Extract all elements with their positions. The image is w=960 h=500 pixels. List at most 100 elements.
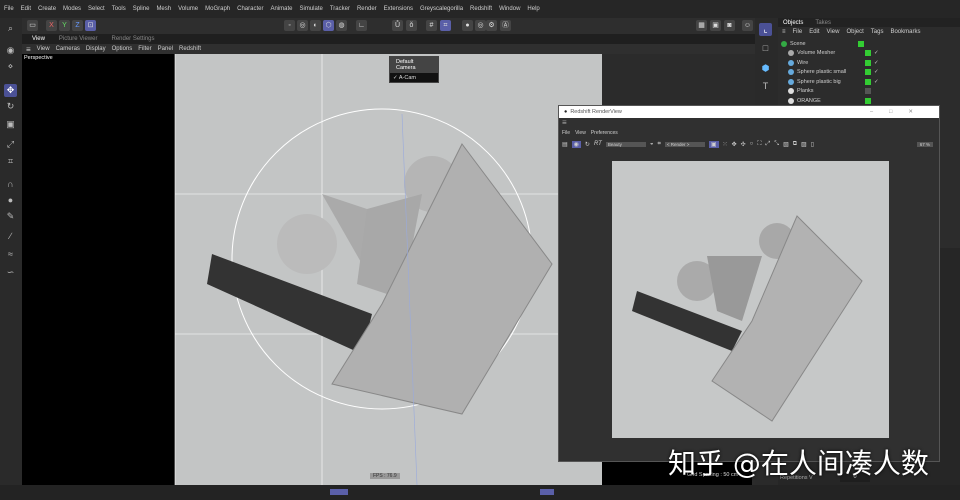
menu-item-create[interactable]: Create — [38, 6, 56, 12]
menu-item-window[interactable]: Window — [499, 6, 520, 12]
menu-item-tools[interactable]: Tools — [112, 6, 126, 12]
object-row[interactable]: Wire ✓ — [778, 58, 960, 68]
render-picture-viewer-icon[interactable]: ◙ — [724, 20, 735, 31]
menu-item-extensions[interactable]: Extensions — [384, 6, 413, 12]
coordinate-system-icon[interactable]: ⊡ — [85, 20, 96, 31]
paint-icon[interactable]: ● — [4, 194, 17, 207]
brush-icon[interactable]: ∕ — [4, 230, 17, 243]
render-icon[interactable]: ◉ — [571, 140, 581, 148]
axis-z-toggle[interactable]: Z — [72, 20, 83, 31]
camera-item-default[interactable]: Default Camera — [390, 57, 438, 73]
snapshot-icon[interactable]: ▤ — [562, 141, 568, 148]
live-select-icon[interactable]: ⋄ — [4, 60, 17, 73]
sculpt-icon[interactable]: ∽ — [4, 266, 17, 279]
hamburger-icon[interactable]: ≡ — [26, 45, 31, 54]
hamburger-icon[interactable]: ≡ — [559, 118, 939, 130]
circle-icon[interactable]: ○ — [750, 141, 754, 147]
transform-icon[interactable]: ⤢ — [4, 138, 17, 151]
menu-item-render[interactable]: Render — [357, 6, 377, 12]
visibility-toggle[interactable] — [865, 59, 871, 66]
render-view-icon[interactable]: ▣ — [710, 20, 721, 31]
color-icon[interactable]: ◒ — [650, 141, 654, 147]
redshift-icon[interactable]: ☺ — [742, 20, 753, 31]
check-icon[interactable]: ✓ — [874, 50, 879, 56]
check-icon[interactable]: ✓ — [874, 69, 879, 75]
auto-icon[interactable]: Ⓐ — [500, 20, 511, 31]
grid-icon[interactable]: # — [426, 20, 437, 31]
renderview-menu-preferences[interactable]: Preferences — [591, 130, 618, 137]
settings-icon[interactable]: ⚙ — [486, 20, 497, 31]
texture-mode-icon[interactable]: ◍ — [336, 20, 347, 31]
aov-select[interactable]: Beauty — [605, 141, 646, 147]
hamburger-icon[interactable]: ≡ — [782, 29, 786, 35]
edges-mode-icon[interactable]: ◎ — [297, 20, 308, 31]
target-icon[interactable]: ◎ — [475, 20, 486, 31]
menu-item-greyscalegorilla[interactable]: Greyscalegorilla — [420, 6, 463, 12]
check-icon[interactable]: ✓ — [874, 79, 879, 85]
cube-outline-icon[interactable]: □ — [759, 42, 772, 55]
camera-item-a-cam[interactable]: ✓ A-Cam — [390, 73, 438, 83]
menu-item-spline[interactable]: Spline — [133, 6, 150, 12]
menu-item-mesh[interactable]: Mesh — [156, 6, 171, 12]
pan-icon[interactable]: ✥ — [732, 141, 737, 148]
menu-item-file[interactable]: File — [4, 6, 14, 12]
play-icon[interactable]: ◉ — [4, 44, 17, 57]
zoom-field[interactable]: 67 % — [916, 141, 933, 147]
object-row[interactable]: Volume Mesher ✓ — [778, 49, 960, 59]
tab-view[interactable]: View — [32, 36, 45, 42]
menu-item-select[interactable]: Select — [88, 6, 105, 12]
snap-icon[interactable]: ⌗ — [4, 155, 17, 168]
menu-item-help[interactable]: Help — [527, 6, 539, 12]
grid-icon[interactable]: ⁙ — [723, 141, 728, 148]
menu-item-redshift[interactable]: Redshift — [470, 6, 492, 12]
visibility-toggle[interactable] — [865, 69, 871, 76]
rotate-tool-icon[interactable]: ↻ — [4, 100, 17, 113]
object-row[interactable]: Planks — [778, 87, 960, 97]
tab-picture-viewer[interactable]: Picture Viewer — [59, 36, 98, 42]
timeline-bar[interactable] — [0, 485, 960, 500]
polygons-mode-icon[interactable]: ◐ — [310, 20, 321, 31]
view-menu-view[interactable]: View — [37, 46, 50, 52]
renderview-menu-file[interactable]: File — [562, 130, 570, 137]
object-menu-view[interactable]: View — [827, 29, 840, 35]
search-icon[interactable]: ⌕ — [4, 22, 17, 35]
object-row[interactable]: Sphere plastic small ✓ — [778, 68, 960, 78]
view-menu-panel[interactable]: Panel — [158, 46, 173, 52]
menu-item-animate[interactable]: Animate — [270, 6, 292, 12]
object-menu-file[interactable]: File — [793, 29, 803, 35]
snap-toggle-icon[interactable]: Ů — [392, 20, 403, 31]
lock-icon[interactable]: ▣ — [708, 140, 719, 148]
view-menu-display[interactable]: Display — [86, 46, 106, 52]
undo-icon[interactable]: ▭ — [27, 20, 38, 31]
renderview-menu-view[interactable]: View — [575, 130, 586, 137]
menu-item-edit[interactable]: Edit — [21, 6, 31, 12]
image-icon[interactable]: ▨ — [801, 141, 807, 148]
bucket-icon[interactable]: ✣ — [741, 141, 746, 148]
view-menu-cameras[interactable]: Cameras — [56, 46, 80, 52]
knife-icon[interactable]: ✎ — [4, 210, 17, 223]
view-menu-filter[interactable]: Filter — [138, 46, 151, 52]
layout-icon[interactable]: ⌞ — [759, 23, 772, 36]
render-select[interactable]: < Render > — [664, 141, 705, 147]
axis-mode-icon[interactable]: ∟ — [356, 20, 367, 31]
visibility-toggle[interactable] — [865, 50, 871, 57]
model-mode-icon[interactable]: ⬡ — [323, 20, 334, 31]
copy-icon[interactable]: ⧉ — [793, 141, 797, 148]
object-menu-edit[interactable]: Edit — [809, 29, 819, 35]
visibility-toggle[interactable] — [865, 78, 871, 85]
workplane-icon[interactable]: ⌗ — [440, 20, 451, 31]
axis-x-toggle[interactable]: X — [46, 20, 57, 31]
tab-takes[interactable]: Takes — [815, 20, 831, 26]
magnet-icon[interactable]: ∩ — [4, 178, 17, 191]
cube-icon[interactable]: ⬢ — [759, 62, 772, 75]
visibility-toggle[interactable] — [865, 97, 871, 104]
tab-render-settings[interactable]: Render Settings — [111, 36, 154, 42]
object-menu-bookmarks[interactable]: Bookmarks — [890, 29, 920, 35]
menu-item-simulate[interactable]: Simulate — [300, 6, 323, 12]
menu-item-modes[interactable]: Modes — [63, 6, 81, 12]
menu-item-volume[interactable]: Volume — [178, 6, 198, 12]
points-mode-icon[interactable]: ◦ — [284, 20, 295, 31]
refresh-icon[interactable]: ↻ — [585, 141, 590, 148]
scale-tool-icon[interactable]: ▣ — [4, 118, 17, 131]
check-icon[interactable]: ✓ — [874, 60, 879, 66]
